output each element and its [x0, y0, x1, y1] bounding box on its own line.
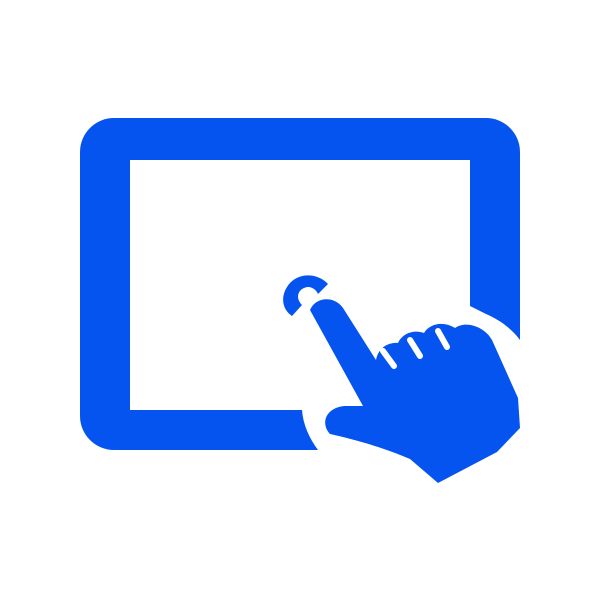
pointing-hand-icon	[310, 299, 520, 483]
icon-canvas	[0, 0, 600, 600]
touchscreen-tap-icon	[80, 118, 520, 483]
